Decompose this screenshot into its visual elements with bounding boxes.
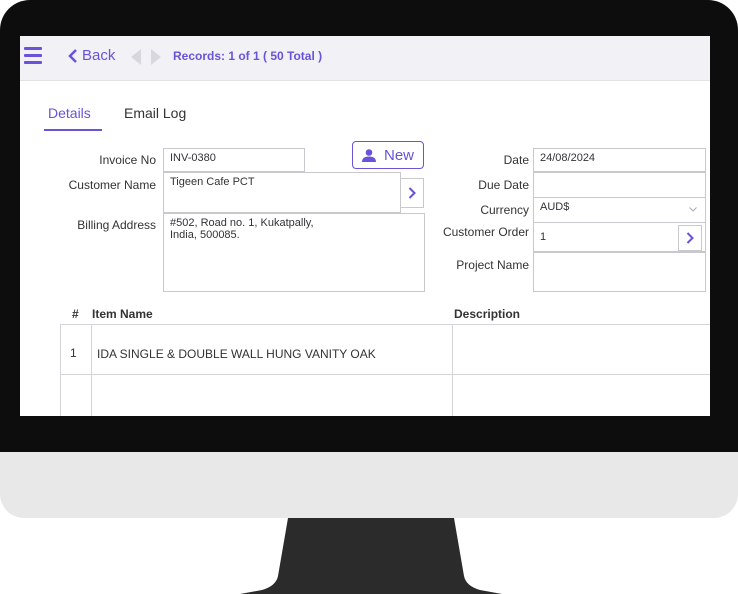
- user-icon: [361, 148, 376, 162]
- row-number: 1: [70, 346, 77, 360]
- table-row-divider: [60, 374, 710, 375]
- table-left-border: [60, 324, 61, 416]
- currency-select[interactable]: AUD$: [533, 198, 706, 222]
- table-header-divider: [60, 324, 710, 325]
- tab-details[interactable]: Details: [48, 105, 91, 121]
- customer-lookup-button[interactable]: [400, 178, 424, 208]
- billing-address-label: Billing Address: [77, 218, 156, 232]
- billing-address-field[interactable]: #502, Road no. 1, Kukatpally, India, 500…: [163, 213, 425, 292]
- due-date-label: Due Date: [478, 178, 529, 192]
- date-label: Date: [503, 153, 529, 167]
- next-record-icon[interactable]: [151, 49, 161, 65]
- date-field[interactable]: 24/08/2024: [533, 148, 706, 172]
- customer-name-field[interactable]: Tigeen Cafe PCT: [163, 172, 401, 213]
- tab-email-log[interactable]: Email Log: [124, 105, 186, 121]
- due-date-field[interactable]: [533, 172, 706, 198]
- invoice-no-label: Invoice No: [99, 153, 156, 167]
- new-customer-button[interactable]: New: [352, 141, 424, 169]
- active-tab-indicator: [44, 129, 102, 131]
- monitor-stand: [240, 518, 502, 594]
- billing-address-line-2: India, 500085.: [170, 229, 240, 241]
- column-header-item-name: Item Name: [92, 307, 153, 321]
- column-header-description: Description: [454, 307, 521, 321]
- new-button-label: New: [383, 146, 414, 164]
- hamburger-menu-icon[interactable]: [24, 47, 42, 67]
- currency-value: AUD$: [540, 201, 570, 213]
- invoice-no-field[interactable]: INV-0380: [163, 148, 305, 172]
- back-label: Back: [82, 47, 116, 64]
- back-button[interactable]: Back: [68, 47, 115, 64]
- records-counter: Records: 1 of 1 ( 50 Total ): [173, 49, 323, 63]
- customer-order-lookup-button[interactable]: [678, 225, 702, 251]
- project-name-label: Project Name: [456, 258, 529, 272]
- billing-address-line-1: #502, Road no. 1, Kukatpally,: [170, 217, 314, 229]
- currency-label: Currency: [480, 203, 529, 217]
- customer-name-label: Customer Name: [68, 178, 156, 192]
- chevron-right-icon: [408, 187, 416, 199]
- customer-order-label: Customer Order: [442, 225, 529, 239]
- row-item-name: IDA SINGLE & DOUBLE WALL HUNG VANITY OAK: [97, 347, 376, 361]
- chevron-left-icon: [68, 48, 77, 63]
- table-col-divider-1: [91, 324, 92, 416]
- chevron-down-icon: [689, 207, 697, 212]
- toolbar: Back Records: 1 of 1 ( 50 Total ): [20, 36, 710, 81]
- table-col-divider-2: [452, 324, 453, 416]
- app-screen: Back Records: 1 of 1 ( 50 Total ) Detail…: [20, 36, 710, 416]
- column-header-number: #: [72, 307, 79, 321]
- monitor-chin: [0, 452, 738, 518]
- chevron-right-icon: [686, 232, 694, 244]
- project-name-field[interactable]: [533, 252, 706, 292]
- prev-record-icon[interactable]: [131, 49, 141, 65]
